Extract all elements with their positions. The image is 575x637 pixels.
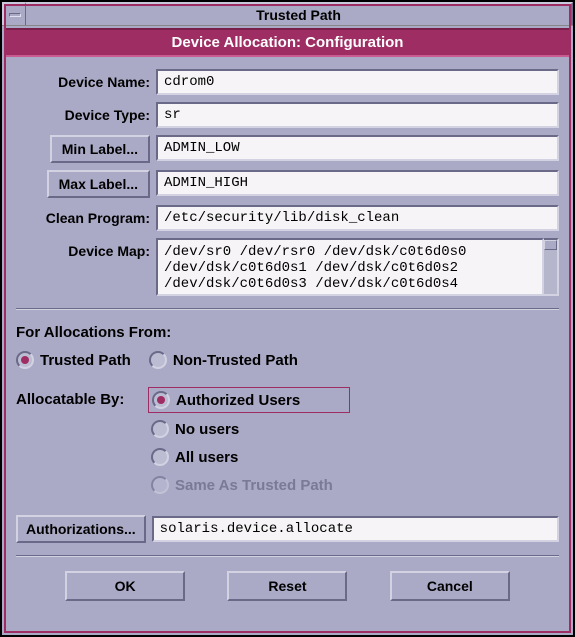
allocatable-by-group: Authorized Users No users All users Same…: [148, 387, 350, 497]
min-label-input[interactable]: [156, 135, 559, 161]
device-map-textarea[interactable]: /dev/sr0 /dev/rsr0 /dev/dsk/c0t6d0s0 /de…: [156, 238, 544, 296]
device-map-scrollbar[interactable]: [544, 238, 559, 296]
divider: [16, 308, 559, 310]
radio-option-all-users[interactable]: All users: [148, 445, 350, 469]
radio-authorized-users-label: Authorized Users: [176, 392, 300, 409]
radio-authorized-users[interactable]: [152, 391, 170, 409]
window-title: Trusted Path: [26, 2, 573, 25]
authorizations-button[interactable]: Authorizations...: [16, 515, 146, 543]
divider-bottom: [16, 555, 559, 557]
trusted-path-window: Trusted Path Device Allocation: Configur…: [0, 0, 575, 637]
radio-option-authorized[interactable]: Authorized Users: [148, 387, 350, 413]
system-menu-button[interactable]: [2, 2, 26, 25]
device-map-label: Device Map:: [16, 238, 156, 259]
device-name-label: Device Name:: [16, 69, 156, 90]
cancel-button[interactable]: Cancel: [390, 571, 510, 601]
radio-trusted-path[interactable]: [16, 351, 34, 369]
ok-button[interactable]: OK: [65, 571, 185, 601]
titlebar: Trusted Path: [2, 2, 573, 26]
radio-non-trusted-path-label: Non-Trusted Path: [173, 352, 298, 369]
radio-all-users-label: All users: [175, 449, 238, 466]
max-label-button[interactable]: Max Label...: [47, 170, 150, 198]
device-type-input[interactable]: [156, 102, 559, 128]
radio-all-users[interactable]: [151, 448, 169, 466]
device-name-input[interactable]: [156, 69, 559, 95]
radio-no-users[interactable]: [151, 420, 169, 438]
radio-no-users-label: No users: [175, 421, 239, 438]
subtitle: Device Allocation: Configuration: [4, 28, 571, 57]
allocatable-by-label: Allocatable By:: [16, 387, 148, 408]
max-label-input[interactable]: [156, 170, 559, 196]
radio-trusted-path-label: Trusted Path: [40, 352, 131, 369]
subtitle-bar: Device Allocation: Configuration: [2, 26, 573, 59]
radio-same-as-trusted-label: Same As Trusted Path: [175, 477, 333, 494]
scroll-thumb[interactable]: [544, 240, 557, 250]
radio-option-same-as: Same As Trusted Path: [148, 473, 350, 497]
clean-program-input[interactable]: [156, 205, 559, 231]
device-type-label: Device Type:: [16, 102, 156, 123]
reset-button[interactable]: Reset: [227, 571, 347, 601]
radio-non-trusted-path[interactable]: [149, 351, 167, 369]
dialog-content: Device Name: Device Type: Min Label... M…: [2, 59, 573, 601]
button-bar: OK Reset Cancel: [16, 571, 559, 601]
clean-program-label: Clean Program:: [16, 205, 156, 226]
min-label-button[interactable]: Min Label...: [50, 135, 150, 163]
authorizations-input[interactable]: [152, 516, 559, 542]
radio-same-as-trusted: [151, 476, 169, 494]
minimize-icon: [9, 13, 21, 17]
allocations-from-label: For Allocations From:: [16, 324, 559, 341]
radio-option-no-users[interactable]: No users: [148, 417, 350, 441]
